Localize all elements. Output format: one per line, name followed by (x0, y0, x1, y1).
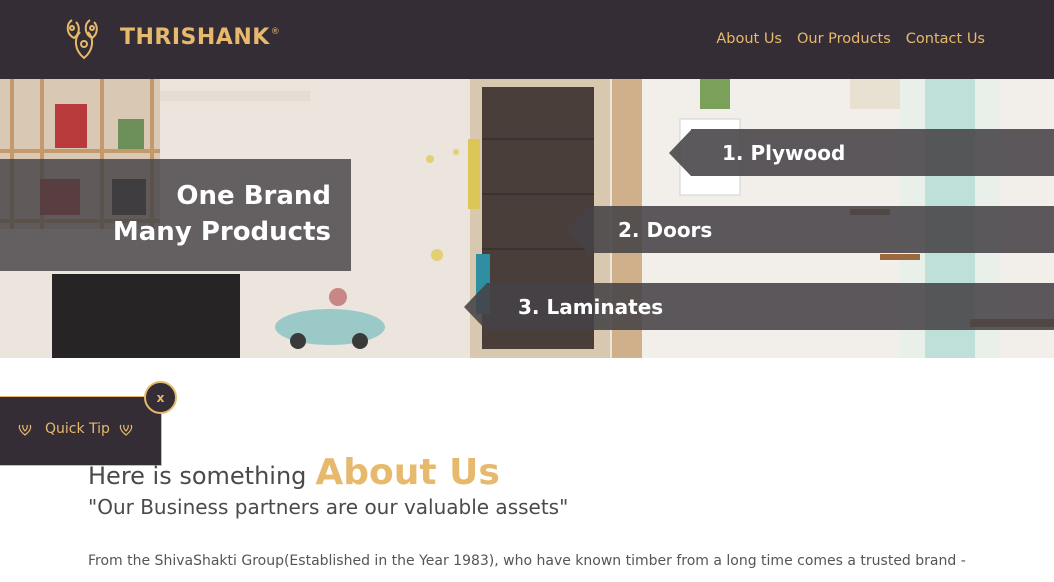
quick-tip-label: Quick Tip (45, 421, 110, 437)
registered-mark: ® (270, 26, 281, 37)
nav-our-products[interactable]: Our Products (797, 31, 891, 47)
brand-logo[interactable]: THRISHANK® (64, 14, 280, 64)
ribbon-arrow-icon (566, 206, 588, 253)
nav-contact-us[interactable]: Contact Us (906, 31, 985, 47)
about-quote: "Our Business partners are our valuable … (88, 495, 569, 519)
brand-name: THRISHANK® (120, 24, 281, 50)
logo-icon (66, 19, 98, 60)
about-heading-prefix: Here is something (88, 462, 307, 490)
product-ribbon-doors[interactable]: 2. Doors (566, 206, 1054, 253)
product-ribbon-plywood[interactable]: 1. Plywood (669, 129, 1054, 176)
product-ribbon-laminates[interactable]: 3. Laminates (464, 283, 1054, 330)
quick-tip-close-button[interactable]: x (144, 381, 177, 414)
about-heading: Here is something About Us (88, 452, 968, 493)
ribbon-label: 3. Laminates (518, 294, 664, 319)
site-header: THRISHANK® About Us Our Products Contact… (0, 0, 1054, 79)
about-body-text: From the ShivaShakti Group(Established i… (88, 553, 966, 569)
logo-mini-icon (18, 424, 32, 436)
logo-mini-icon (119, 424, 133, 436)
about-heading-accent: About Us (315, 452, 500, 493)
about-section: Here is something About Us "Our Business… (88, 452, 968, 572)
tagline-line-2: Many Products (112, 217, 331, 247)
tagline-box: One Brand Many Products (0, 159, 351, 271)
nav-about-us[interactable]: About Us (716, 31, 782, 47)
ribbon-arrow-icon (669, 129, 691, 176)
tagline-line-1: One Brand (176, 181, 331, 211)
main-nav: About Us Our Products Contact Us (716, 31, 985, 47)
hero-banner: One Brand Many Products 1. Plywood 2. Do… (0, 79, 1054, 358)
ribbon-label: 2. Doors (618, 217, 713, 242)
ribbon-arrow-icon (464, 283, 486, 330)
ribbon-label: 1. Plywood (722, 140, 846, 165)
